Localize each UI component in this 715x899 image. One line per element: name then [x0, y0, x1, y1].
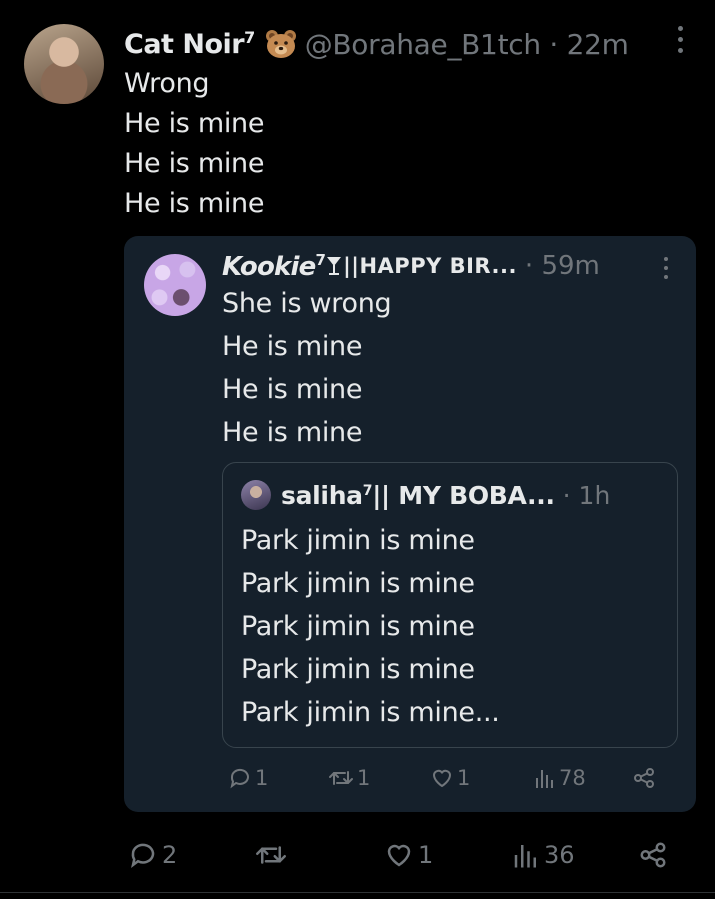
nested-quote-text: Park jimin is mine Park jimin is mine Pa… — [241, 519, 500, 734]
tweet-line: Park jimin is mine... — [241, 697, 500, 728]
author-name[interactable]: Cat Noir7 — [124, 28, 255, 60]
views-button[interactable]: 78 — [534, 766, 586, 790]
tweet-header: Cat Noir7 @Borahae_B1tch · 22m — [124, 24, 629, 64]
quoted-tweet-header: Kookie7 ||HAPPY BIR... · 59m — [222, 248, 600, 284]
retweet-count: 1 — [357, 766, 371, 790]
nested-quote-header: saliha7|| MY BOBA... · 1h — [241, 477, 610, 513]
reply-icon — [230, 768, 249, 789]
tweet-thread: Cat Noir7 @Borahae_B1tch · 22m Wrong He … — [0, 0, 715, 899]
like-button[interactable]: 1 — [430, 766, 470, 790]
nested-author-name[interactable]: saliha7|| MY BOBA... — [281, 481, 555, 510]
quoted-author-name[interactable]: Kookie7 — [222, 251, 326, 282]
tweet-actions: 2 1 36 — [0, 834, 715, 878]
reply-count: 1 — [255, 766, 269, 790]
timestamp[interactable]: · 59m — [525, 251, 600, 281]
tweet-line: He is mine — [222, 417, 363, 448]
share-icon — [640, 842, 666, 868]
reply-button[interactable]: 1 — [228, 766, 268, 790]
tweet-line: Wrong — [124, 68, 210, 99]
heart-icon — [432, 769, 452, 788]
retweet-icon — [256, 846, 286, 864]
reply-count: 2 — [162, 841, 178, 869]
views-chart-icon — [536, 770, 553, 788]
timestamp: 22m — [566, 27, 629, 61]
views-button[interactable]: 36 — [512, 840, 575, 870]
tweet-line: She is wrong — [222, 288, 392, 319]
tweet-line: Park jimin is mine — [241, 525, 475, 556]
tweet-line: He is mine — [124, 148, 265, 179]
tweet-line: He is mine — [222, 374, 363, 405]
tweet-text: Wrong He is mine He is mine He is mine — [124, 64, 264, 224]
reply-button[interactable]: 2 — [128, 840, 177, 870]
timestamp[interactable]: · 1h — [563, 481, 611, 510]
author-handle[interactable]: @Borahae_B1tch · 22m — [305, 28, 629, 61]
tweet-line: He is mine — [124, 108, 265, 139]
reply-icon — [131, 843, 155, 869]
share-icon — [634, 768, 654, 788]
divider — [0, 892, 715, 893]
like-count: 1 — [457, 766, 471, 790]
tweet-line: He is mine — [222, 331, 363, 362]
retweet-button[interactable] — [254, 840, 292, 870]
like-button[interactable]: 1 — [384, 840, 433, 870]
tweet-line: He is mine — [124, 188, 265, 219]
views-count: 36 — [544, 841, 575, 869]
share-button[interactable] — [632, 766, 656, 790]
more-options-icon[interactable] — [668, 24, 692, 56]
quoted-tweet-card[interactable]: Kookie7 ||HAPPY BIR... · 59m She is wron… — [124, 236, 696, 812]
share-button[interactable] — [638, 840, 668, 870]
like-count: 1 — [418, 841, 434, 869]
avatar[interactable] — [24, 24, 104, 104]
more-options-icon[interactable] — [656, 256, 676, 282]
cocktail-icon — [326, 254, 342, 278]
tweet-line: Park jimin is mine — [241, 611, 475, 642]
views-chart-icon — [514, 845, 536, 868]
views-count: 78 — [559, 766, 586, 790]
retweet-button[interactable]: 1 — [328, 766, 370, 790]
quoted-author-name-suffix[interactable]: ||HAPPY BIR... — [343, 254, 517, 278]
retweet-icon — [329, 771, 353, 785]
heart-icon — [387, 844, 411, 867]
avatar[interactable] — [144, 254, 206, 316]
quoted-tweet-actions: 1 1 1 78 — [124, 758, 696, 798]
nested-quote-card[interactable]: saliha7|| MY BOBA... · 1h Park jimin is … — [222, 462, 678, 748]
quoted-tweet-text: She is wrong He is mine He is mine He is… — [222, 282, 392, 454]
avatar[interactable] — [241, 480, 271, 510]
tweet-line: Park jimin is mine — [241, 568, 475, 599]
bear-face-icon — [265, 29, 297, 59]
tweet-line: Park jimin is mine — [241, 654, 475, 685]
